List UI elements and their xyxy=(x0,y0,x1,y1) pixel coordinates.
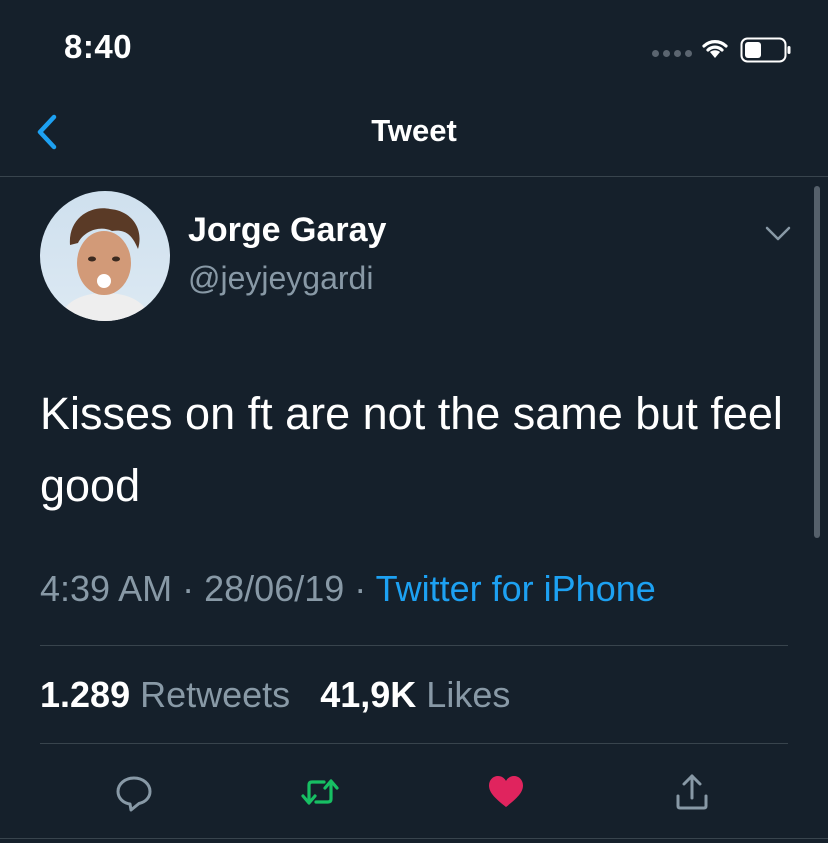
divider xyxy=(40,743,788,744)
divider xyxy=(0,838,828,839)
meta-separator: · xyxy=(182,568,195,609)
tweet-meta: 4:39 AM · 28/06/19 · Twitter for iPhone xyxy=(40,568,656,610)
retweets-count: 1.289 xyxy=(40,674,131,715)
likes-label: Likes xyxy=(426,674,511,715)
wifi-icon xyxy=(702,40,728,58)
meta-separator: · xyxy=(354,568,367,609)
signal-icon xyxy=(652,50,692,57)
author-handle[interactable]: @jeyjeygardi xyxy=(188,260,373,297)
like-icon[interactable] xyxy=(486,772,526,812)
retweet-icon[interactable] xyxy=(300,772,340,812)
author-name[interactable]: Jorge Garay xyxy=(188,211,386,250)
avatar[interactable] xyxy=(40,191,170,321)
tweet-source-link[interactable]: Twitter for iPhone xyxy=(376,568,656,609)
scroll-indicator[interactable] xyxy=(814,186,820,538)
tweet-stats: 1.289 Retweets 41,9K Likes xyxy=(40,674,510,716)
status-time: 8:40 xyxy=(64,28,133,65)
tweet-time: 4:39 AM xyxy=(40,568,173,609)
tweet-date: 28/06/19 xyxy=(204,568,345,609)
likes-count: 41,9K xyxy=(320,674,417,715)
reply-icon[interactable] xyxy=(114,772,154,812)
retweets-label: Retweets xyxy=(140,674,291,715)
page-title: Tweet xyxy=(371,113,457,148)
header-divider xyxy=(0,176,828,177)
divider xyxy=(40,645,788,646)
retweets-stat[interactable]: 1.289 Retweets xyxy=(40,674,290,715)
tweet-text: Kisses on ft are not the same but feel g… xyxy=(40,388,783,511)
battery-icon xyxy=(740,37,791,63)
share-icon[interactable] xyxy=(672,772,712,812)
chevron-down-icon[interactable] xyxy=(764,224,792,244)
tweet-screen: 8:40 Tweet Jorge Garay @jeyjeygardi Kiss… xyxy=(0,0,828,843)
likes-stat[interactable]: 41,9K Likes xyxy=(320,674,510,715)
